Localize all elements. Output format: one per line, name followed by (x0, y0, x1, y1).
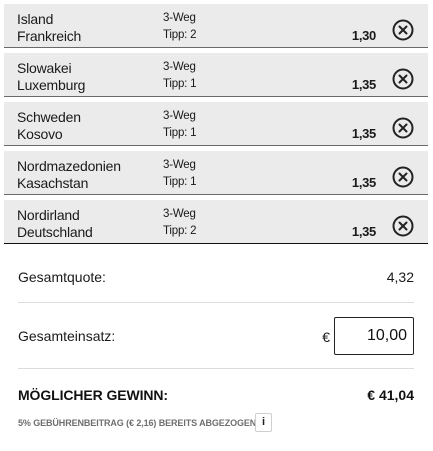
total-odds-label: Gesamtquote: (18, 269, 106, 285)
divider (18, 368, 414, 369)
stake-label: Gesamteinsatz: (18, 328, 116, 344)
currency-sign: € (322, 329, 330, 345)
total-odds-value: 4,32 (386, 269, 414, 285)
bet-summary: Gesamtquote: 4,32 Gesamteinsatz: € MÖGLI… (18, 0, 414, 451)
fee-note: 5% GEBÜHRENBEITRAG (€ 2,16) BEREITS ABGE… (18, 418, 257, 428)
stake-input[interactable] (334, 317, 414, 355)
info-button[interactable]: i (255, 413, 272, 432)
divider (18, 302, 414, 303)
possible-win-value: € 41,04 (367, 387, 414, 403)
possible-win-label: MÖGLICHER GEWINN: (18, 387, 168, 403)
